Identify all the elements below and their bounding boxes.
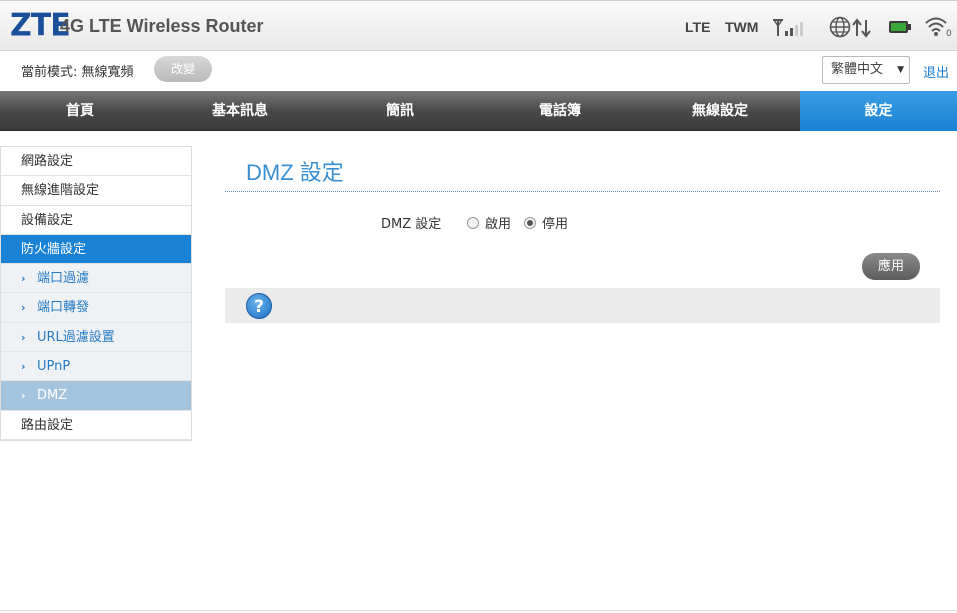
network-type-indicator: LTE (685, 19, 711, 35)
dmz-setting-label: DMZ 設定 (381, 217, 442, 232)
page-title: DMZ 設定 (246, 160, 344, 185)
operator-name: TWM (725, 19, 759, 35)
nav-settings[interactable]: 設定 (800, 91, 957, 131)
language-select[interactable]: 繁體中文 ▼ (822, 56, 910, 84)
radio-label: 停用 (542, 217, 569, 232)
help-icon[interactable]: ? (246, 293, 272, 319)
radio-button[interactable] (467, 216, 479, 229)
sidebar-item-wireless-advanced[interactable]: 無線進階設定 (1, 176, 191, 206)
sidebar-item-network-settings[interactable]: 網路設定 (1, 147, 191, 177)
settings-sidebar: 網路設定 無線進階設定 設備設定 防火牆設定 › 端口過濾 › 端口轉發 › URL過… (0, 146, 192, 441)
footer-divider (0, 610, 957, 611)
chevron-right-icon: › (21, 360, 26, 374)
nav-sms[interactable]: 簡訊 (320, 91, 480, 131)
product-name: 4G LTE Wireless Router (60, 16, 264, 36)
sidebar-subitem-label: 端口過濾 (37, 271, 90, 287)
chevron-right-icon: › (21, 301, 26, 315)
header-bar: ZTE 4G LTE Wireless Router LTE TWM 0 (0, 0, 957, 51)
current-mode-label: 當前模式: 無線寬頻 (21, 65, 134, 80)
help-bar: ? (225, 288, 940, 323)
mode-bar: 當前模式: 無線寬頻 改變 繁體中文 ▼ 退出 (0, 52, 957, 90)
sidebar-subitem-label: DMZ (37, 388, 68, 404)
radio-button[interactable] (524, 216, 536, 229)
radio-label: 啟用 (485, 217, 512, 232)
title-divider (225, 191, 940, 192)
sidebar-subitem-label: URL過濾設置 (37, 329, 115, 345)
sidebar-item-firewall[interactable]: 防火牆設定 (1, 234, 191, 265)
main-nav: 首頁 基本訊息 簡訊 電話簿 無線設定 設定 (0, 91, 957, 131)
sidebar-item-routing[interactable]: 路由設定 (1, 410, 191, 440)
wifi-icon: 0 (925, 17, 952, 38)
sidebar-subitem-port-forward[interactable]: › 端口轉發 (1, 293, 191, 323)
globe-data-icon (829, 16, 871, 38)
change-mode-button[interactable]: 改變 (154, 56, 212, 82)
sidebar-subitem-label: UPnP (37, 359, 71, 375)
sidebar-subitem-label: 端口轉發 (37, 300, 90, 316)
dmz-enable-radio[interactable]: 啟用 (467, 213, 511, 232)
logout-link[interactable]: 退出 (923, 62, 949, 81)
dropdown-arrow-icon: ▼ (897, 65, 904, 75)
chevron-right-icon: › (21, 330, 26, 344)
chevron-right-icon: › (21, 389, 26, 403)
signal-strength-icon (773, 19, 803, 36)
language-selected-value: 繁體中文 (831, 62, 884, 77)
battery-icon (889, 21, 911, 33)
dmz-disable-radio[interactable]: 停用 (524, 213, 568, 232)
wifi-clients-count: 0 (946, 29, 952, 38)
sidebar-subitem-port-filter[interactable]: › 端口過濾 (1, 264, 191, 294)
sidebar-item-device-settings[interactable]: 設備設定 (1, 205, 191, 235)
nav-wireless-settings[interactable]: 無線設定 (640, 91, 800, 131)
nav-home[interactable]: 首頁 (0, 91, 160, 131)
sidebar-subitem-dmz[interactable]: › DMZ (1, 381, 191, 411)
apply-button[interactable]: 應用 (862, 253, 920, 280)
sidebar-subitem-upnp[interactable]: › UPnP (1, 352, 191, 382)
chevron-right-icon: › (21, 272, 26, 286)
nav-phonebook[interactable]: 電話簿 (480, 91, 640, 131)
nav-basic-info[interactable]: 基本訊息 (160, 91, 320, 131)
sidebar-subitem-url-filter[interactable]: › URL過濾設置 (1, 322, 191, 353)
